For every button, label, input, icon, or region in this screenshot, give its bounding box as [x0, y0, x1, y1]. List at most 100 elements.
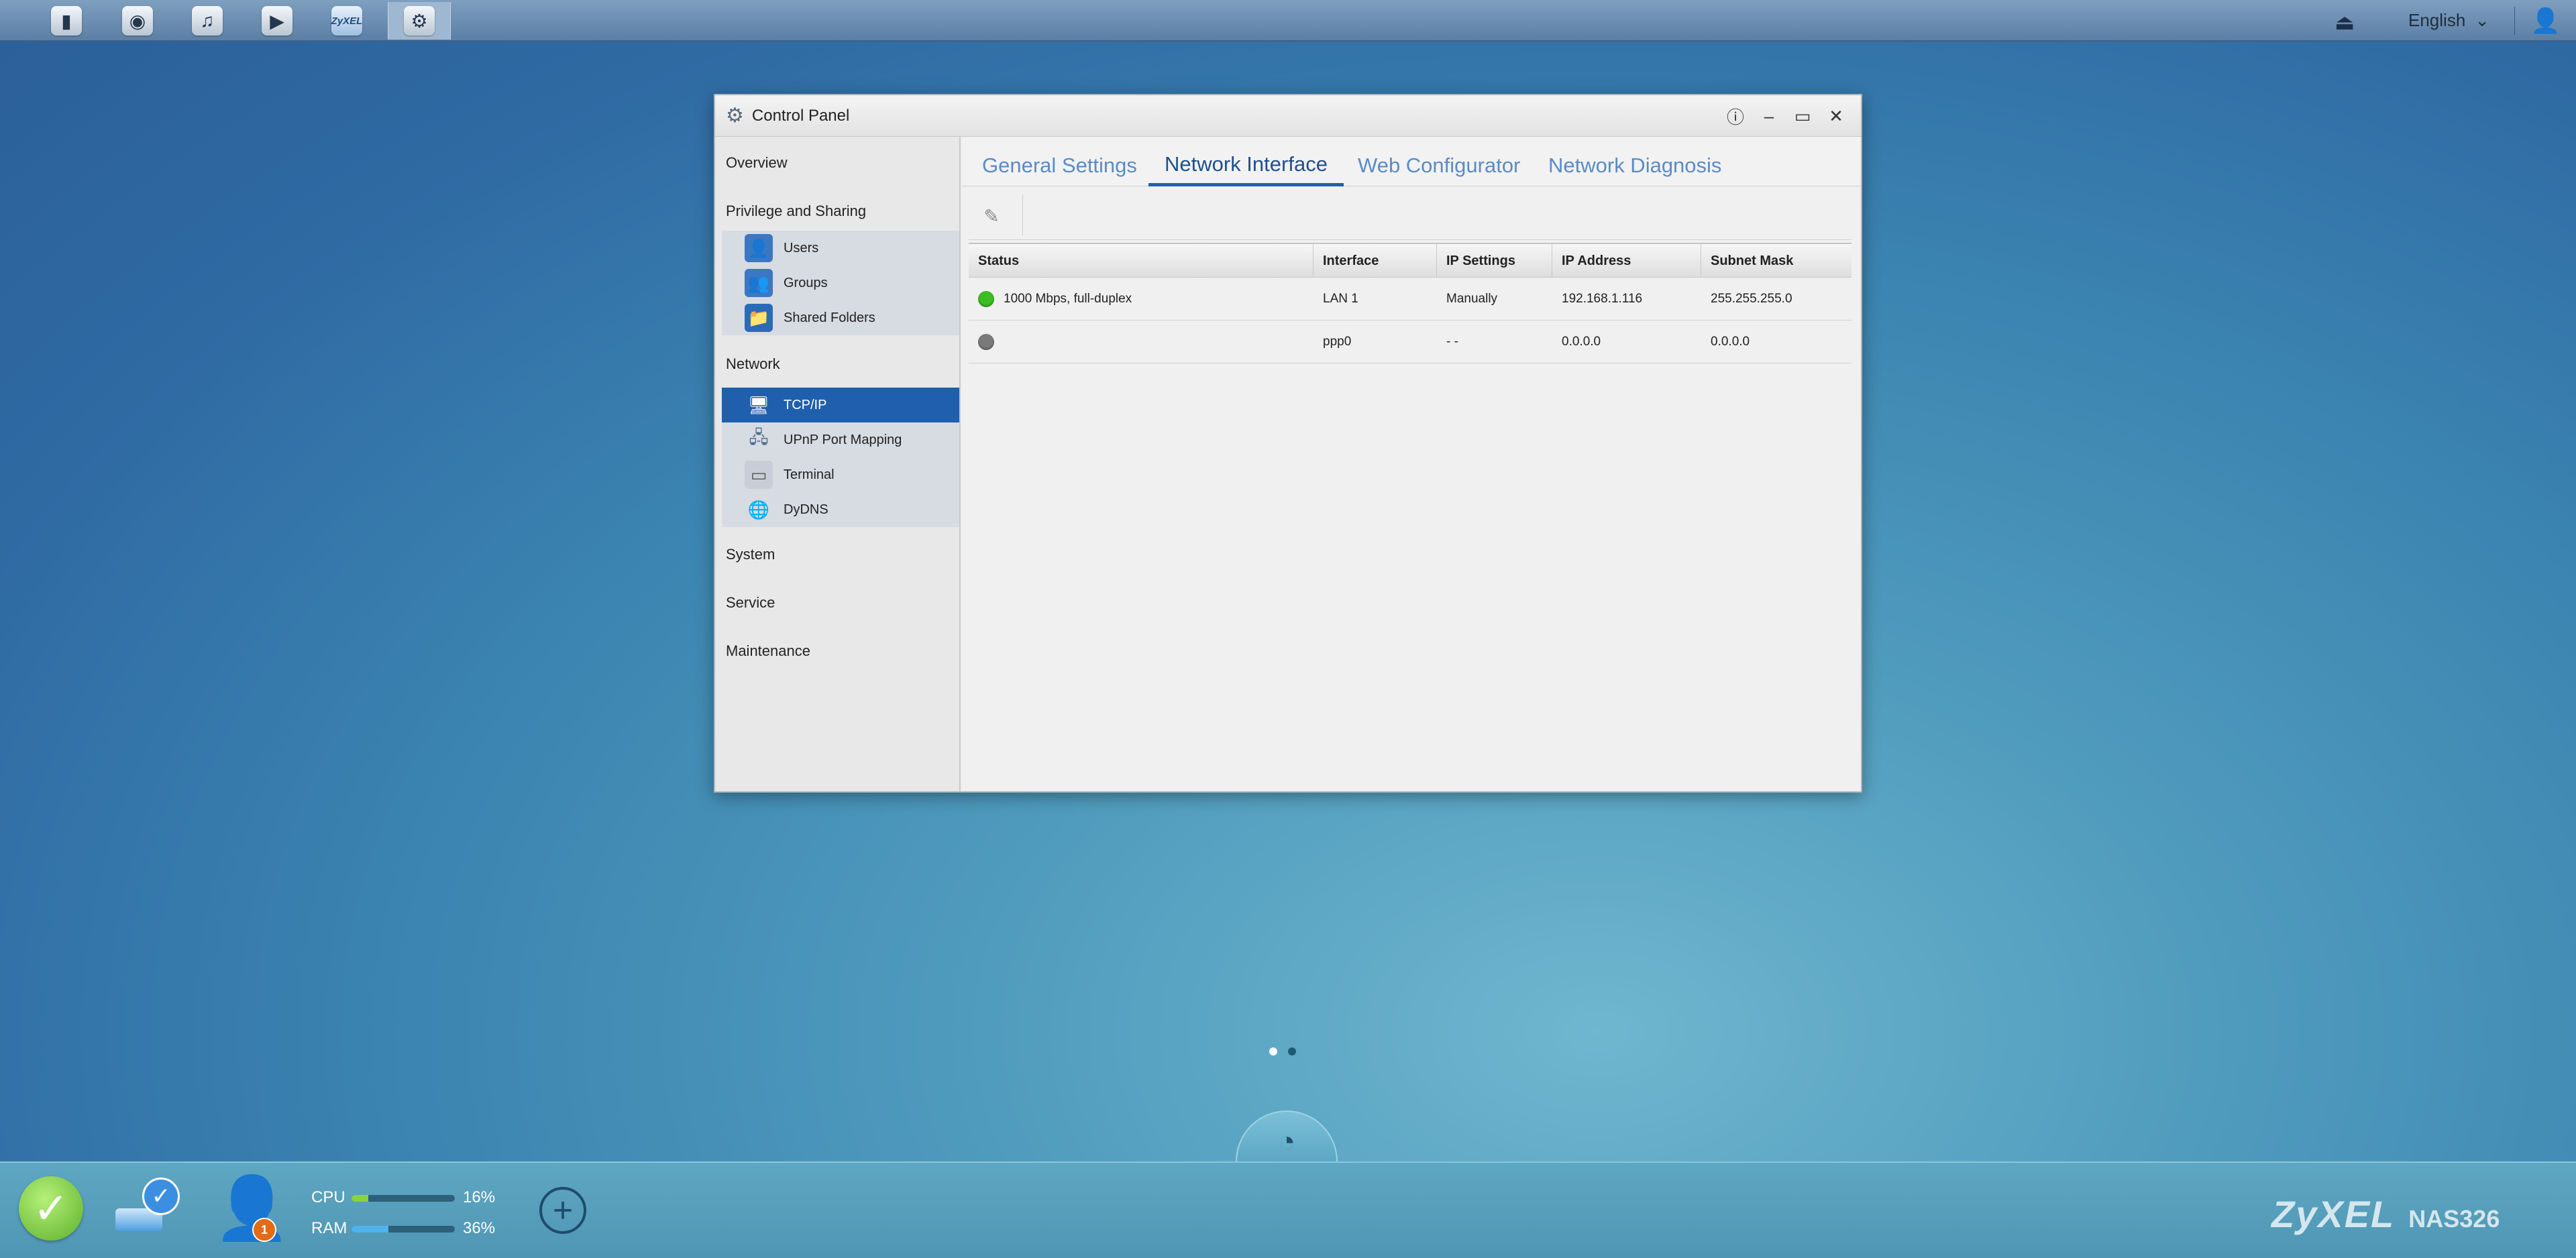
folder-icon: 📁 — [745, 304, 773, 332]
status-text: 1000 Mbps, full-duplex — [1004, 292, 1132, 306]
sidebar-item-overview[interactable]: Overview — [726, 154, 788, 172]
cpu-meter-fill — [352, 1195, 368, 1202]
table-row[interactable]: 1000 Mbps, full-duplex LAN 1 Manually 19… — [969, 278, 1851, 321]
edit-icon[interactable]: ✎ — [977, 203, 1006, 229]
zyxel-cloud-icon: ZyXEL — [331, 6, 362, 36]
sidebar-item-label: Users — [784, 240, 819, 255]
table-header: Status Interface IP Settings IP Address … — [969, 243, 1851, 278]
cpu-meter — [352, 1195, 455, 1202]
cpu-label: CPU — [311, 1188, 345, 1206]
control-panel-window: ⚙ Control Panel ⓘ – ▭ ✕ Overview Privile… — [714, 94, 1862, 793]
sidebar-item-upnp-port-mapping[interactable]: 🖧 UPnP Port Mapping — [722, 422, 959, 457]
page-indicator-dot-2[interactable] — [1288, 1047, 1296, 1055]
sidebar-item-dydns[interactable]: 🌐 DyDNS — [722, 492, 959, 527]
sidebar-item-terminal[interactable]: ▭ Terminal — [722, 457, 959, 492]
add-widget-button[interactable]: + — [539, 1187, 586, 1234]
network-items-group: 🖥 TCP/IP 🖧 UPnP Port Mapping ▭ Terminal … — [722, 388, 959, 527]
check-icon: ✓ — [142, 1178, 180, 1215]
control-panel-app-button[interactable]: ⚙ — [388, 2, 451, 40]
gear-icon: ⚙ — [404, 6, 435, 36]
sidebar-category-service[interactable]: Service — [726, 594, 775, 612]
minimize-button[interactable]: – — [1758, 105, 1780, 127]
table-row[interactable]: ppp0 - - 0.0.0.0 0.0.0.0 — [969, 321, 1851, 363]
chevron-down-icon: ⌄ — [2475, 9, 2490, 30]
ip-address-cell: 192.168.1.116 — [1562, 292, 1643, 306]
ram-meter-fill — [352, 1226, 389, 1233]
music-app-button[interactable]: ♫ — [176, 2, 239, 40]
help-icon[interactable]: ⓘ — [1724, 105, 1747, 127]
system-ok-icon[interactable]: ✓ — [19, 1176, 83, 1241]
language-select[interactable]: English ⌄ — [2408, 7, 2489, 34]
column-header-subnet-mask[interactable]: Subnet Mask — [1701, 244, 1851, 278]
maximize-button[interactable]: ▭ — [1791, 105, 1814, 127]
online-users-icon[interactable]: 👤 1 — [211, 1175, 290, 1245]
eject-icon[interactable]: ⏏ — [2334, 9, 2355, 35]
top-taskbar: ▮ ◉ ♫ ▶ ZyXEL ⚙ ⏏ English ⌄ 👤 — [0, 0, 2576, 42]
sidebar-item-groups[interactable]: 👥 Groups — [722, 266, 959, 300]
sidebar-item-users[interactable]: 👤 Users — [722, 231, 959, 266]
ram-meter — [352, 1226, 455, 1233]
ip-address-cell: 0.0.0.0 — [1562, 335, 1601, 349]
dashboard-gauge-icon[interactable]: ◔ — [1236, 1110, 1338, 1164]
bottom-status-bar: ✓ ✓ 👤 1 CPU 16% RAM 36% + ZyXEL NAS326 — [0, 1161, 2576, 1258]
tab-bar: General Settings Network Interface Web C… — [962, 137, 1861, 186]
storage-status-icon[interactable]: ✓ — [115, 1178, 182, 1242]
ip-settings-cell: - - — [1446, 335, 1458, 349]
language-value: English — [2408, 9, 2466, 30]
video-icon: ▶ — [262, 6, 292, 36]
subnet-mask-cell: 0.0.0.0 — [1711, 335, 1750, 349]
column-header-status[interactable]: Status — [969, 244, 1313, 278]
window-title: Control Panel — [751, 106, 850, 125]
tab-network-interface[interactable]: Network Interface — [1148, 145, 1344, 186]
globe-icon: 🌐 — [747, 499, 770, 520]
toolbar: ✎ — [969, 190, 1851, 240]
sidebar-item-label: Groups — [784, 275, 828, 290]
users-icon: 👤 — [745, 234, 773, 262]
monitor-icon: 🖥 — [747, 394, 770, 415]
window-title-bar[interactable]: ⚙ Control Panel ⓘ – ▭ ✕ — [715, 95, 1861, 137]
close-button[interactable]: ✕ — [1825, 105, 1847, 127]
interface-cell: LAN 1 — [1323, 292, 1358, 306]
sidebar-item-tcpip[interactable]: 🖥 TCP/IP — [722, 388, 959, 422]
topbar-divider — [2514, 7, 2515, 35]
file-browser-icon: ▮ — [51, 6, 82, 36]
ram-label: RAM — [311, 1219, 347, 1237]
network-interface-table: Status Interface IP Settings IP Address … — [969, 243, 1851, 363]
tab-web-configurator[interactable]: Web Configurator — [1342, 145, 1536, 186]
terminal-icon: ▭ — [745, 461, 773, 489]
column-header-interface[interactable]: Interface — [1313, 244, 1437, 278]
interface-cell: ppp0 — [1323, 335, 1352, 349]
sidebar-item-label: Shared Folders — [784, 310, 875, 325]
main-content: General Settings Network Interface Web C… — [962, 137, 1861, 791]
zyxel-cloud-app-button[interactable]: ZyXEL — [315, 2, 378, 40]
ip-settings-cell: Manually — [1446, 292, 1498, 306]
sidebar: Overview Privilege and Sharing 👤 Users 👥… — [715, 137, 961, 791]
sidebar-item-label: TCP/IP — [784, 397, 827, 412]
camera-icon: ◉ — [122, 6, 153, 36]
video-app-button[interactable]: ▶ — [246, 2, 309, 40]
status-indicator-icon — [978, 291, 994, 307]
toolbar-divider — [1022, 194, 1023, 236]
tab-general-settings[interactable]: General Settings — [966, 145, 1153, 186]
music-icon: ♫ — [192, 6, 223, 36]
sidebar-item-shared-folders[interactable]: 📁 Shared Folders — [722, 300, 959, 335]
sidebar-category-maintenance[interactable]: Maintenance — [726, 642, 810, 660]
tab-network-diagnosis[interactable]: Network Diagnosis — [1532, 145, 1737, 186]
sidebar-item-label: UPnP Port Mapping — [784, 432, 902, 447]
user-account-icon[interactable]: 👤 — [2530, 7, 2561, 35]
user-count-badge: 1 — [252, 1218, 276, 1242]
sidebar-category-network[interactable]: Network — [726, 355, 780, 373]
page-indicator-dot-1[interactable] — [1269, 1047, 1277, 1055]
brand-name: ZyXEL — [2271, 1193, 2396, 1235]
sidebar-category-system[interactable]: System — [726, 546, 775, 563]
privilege-items-group: 👤 Users 👥 Groups 📁 Shared Folders — [722, 231, 959, 335]
file-browser-app-button[interactable]: ▮ — [35, 2, 98, 40]
sidebar-item-label: Terminal — [784, 467, 835, 482]
sidebar-category-privilege[interactable]: Privilege and Sharing — [726, 203, 866, 220]
photo-app-button[interactable]: ◉ — [106, 2, 169, 40]
column-header-ip-address[interactable]: IP Address — [1552, 244, 1701, 278]
column-header-ip-settings[interactable]: IP Settings — [1437, 244, 1552, 278]
network-map-icon: 🖧 — [749, 427, 769, 447]
cpu-value: 16% — [463, 1188, 496, 1206]
sidebar-item-label: DyDNS — [784, 502, 828, 517]
